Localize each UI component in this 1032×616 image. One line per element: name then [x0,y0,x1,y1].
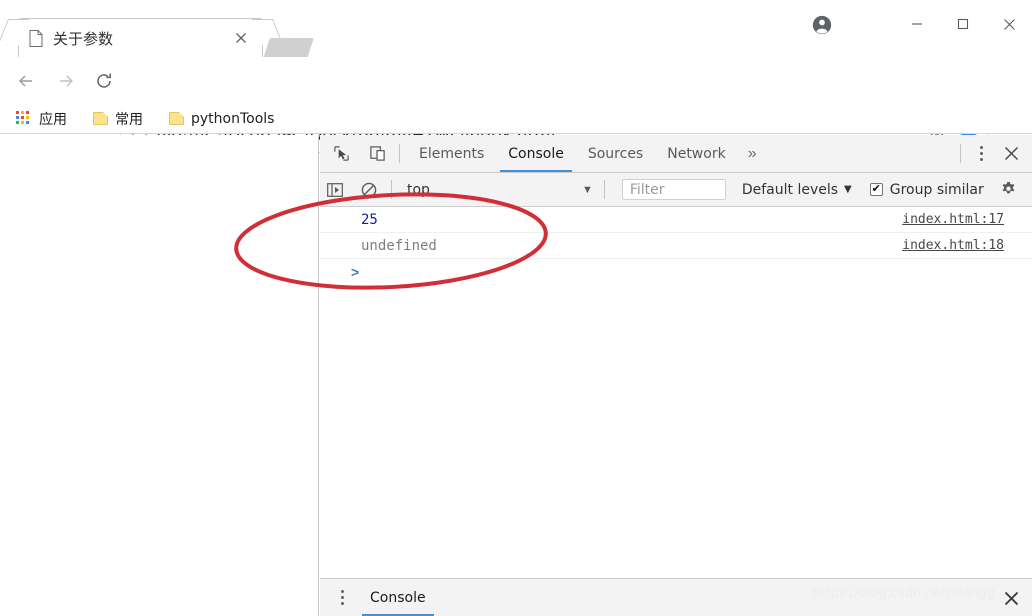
avatar[interactable] [805,8,839,42]
browser-toolbar: file:///C:/Users/PC/Desktop/myHTML/index… [0,57,1032,153]
tab-sources[interactable]: Sources [576,135,655,172]
console-sidebar-icon[interactable] [320,177,350,203]
drawer-tab-console[interactable]: Console [356,579,440,616]
console-message-source-link[interactable]: index.html:18 [902,238,1004,253]
prompt-caret-icon: > [351,264,360,280]
reload-icon[interactable] [88,65,120,97]
console-message-source-link[interactable]: index.html:17 [902,212,1004,227]
title-bar: 关于参数 [0,0,1032,68]
divider [603,180,605,199]
window-controls [852,0,1032,48]
group-similar-checkbox[interactable]: ✔ [869,183,883,196]
chevron-down-icon[interactable]: ▼ [582,184,593,196]
console-message[interactable]: undefined index.html:18 [320,233,1032,259]
arrow-back-icon[interactable] [10,65,42,97]
minimize-button[interactable] [894,7,940,41]
close-drawer-icon[interactable] [996,583,1026,613]
devtools-panel: Elements Console Sources Network » top ▼… [320,135,1032,616]
group-similar-label: Group similar [889,181,984,198]
close-devtools-icon[interactable] [994,140,1028,168]
drawer-menu-icon[interactable] [328,583,356,613]
drawer-tab-label: Console [370,589,426,606]
console-prompt[interactable]: > [320,259,1032,285]
execution-context-selector[interactable]: top [407,182,430,198]
console-message-text: 25 [361,211,378,228]
browser-window: 关于参数 应用 常用 pythonTools Elements Console … [0,0,1032,616]
divider [391,180,392,199]
tab-network[interactable]: Network [655,135,737,172]
tab-label: Network [667,145,726,162]
bookmark-label: 应用 [39,111,67,128]
tab-strip: 关于参数 [0,18,790,68]
bookmark-apps[interactable]: 应用 [10,106,73,132]
clear-console-icon[interactable] [354,177,384,203]
device-toolbar-icon[interactable] [362,140,392,168]
tab-title: 关于参数 [53,30,114,48]
divider [399,144,400,163]
bookmark-folder-common[interactable]: 常用 [87,106,149,132]
more-tabs-icon[interactable]: » [738,135,767,172]
devtools-tab-bar: Elements Console Sources Network » [320,135,1032,173]
console-message-text: undefined [361,237,437,254]
browser-tab[interactable]: 关于参数 [18,18,263,57]
bookmark-label: 常用 [115,111,143,128]
devtools-tabbar-actions [953,135,1032,172]
close-window-button[interactable] [986,7,1032,41]
divider [960,144,961,163]
maximize-button[interactable] [940,7,986,41]
filter-input[interactable]: Filter [621,179,726,200]
log-levels-label: Default levels [741,181,839,198]
devtools-drawer: Console [320,578,1032,616]
console-filter-bar: top ▼ Filter Default levels ▼ ✔ Group si… [320,173,1032,207]
page-icon [29,30,43,47]
bookmark-folder-pythontools[interactable]: pythonTools [163,106,280,132]
gear-icon[interactable] [998,179,1020,201]
devtools-menu-icon[interactable] [968,140,994,168]
tab-label: Console [508,145,564,162]
bookmark-label: pythonTools [191,110,275,127]
console-message[interactable]: 25 index.html:17 [320,207,1032,233]
arrow-forward-icon[interactable] [50,65,82,97]
console-message-list[interactable]: 25 index.html:17 undefined index.html:18… [320,207,1032,578]
tab-label: Sources [587,145,644,162]
tab-elements[interactable]: Elements [407,135,496,172]
inspect-element-icon[interactable] [326,140,356,168]
folder-icon [169,112,184,125]
bookmarks-bar: 应用 常用 pythonTools [0,104,1032,134]
page-viewport [0,135,319,616]
folder-icon [93,112,108,125]
close-icon[interactable] [232,29,250,47]
log-levels-dropdown[interactable]: Default levels ▼ [742,182,852,198]
chevron-down-icon: ▼ [844,184,852,195]
tab-label: Elements [419,145,485,162]
apps-grid-icon [16,110,32,127]
tab-console[interactable]: Console [496,135,576,172]
